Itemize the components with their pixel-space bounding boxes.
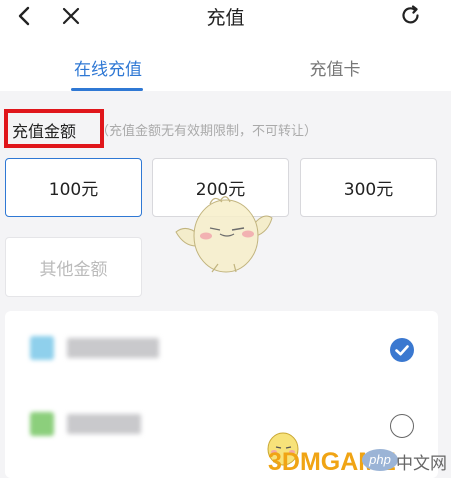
watermark-php-badge: php [362, 449, 398, 471]
top-bar: 充值 [0, 0, 451, 33]
active-tab-indicator [71, 88, 143, 91]
tab-online-recharge[interactable]: 在线充值 [58, 55, 158, 80]
other-amount-input[interactable]: 其他金额 [5, 237, 142, 297]
amount-note: （充值金额无有效期限制，不可转让） [96, 124, 318, 139]
check-selected-icon[interactable] [390, 338, 414, 362]
amount-option-100[interactable]: 100元 [5, 158, 142, 217]
payment-logo-icon [30, 412, 54, 436]
payment-name-obscured [67, 414, 141, 434]
amount-section-label: 充值金额 [12, 122, 77, 141]
radio-unselected-icon[interactable] [390, 414, 414, 438]
tab-recharge-card[interactable]: 充值卡 [285, 55, 385, 80]
payment-method-row[interactable] [5, 315, 438, 385]
page-title: 充值 [206, 7, 245, 29]
refresh-icon[interactable] [399, 4, 422, 27]
payment-name-obscured [67, 338, 159, 358]
watermark-cn-text: 中文网 [396, 454, 447, 474]
mascot-watermark-icon [175, 196, 273, 273]
amount-option-300[interactable]: 300元 [300, 158, 437, 217]
payment-logo-icon [30, 336, 54, 360]
tab-bar: 在线充值 充值卡 [0, 33, 451, 91]
